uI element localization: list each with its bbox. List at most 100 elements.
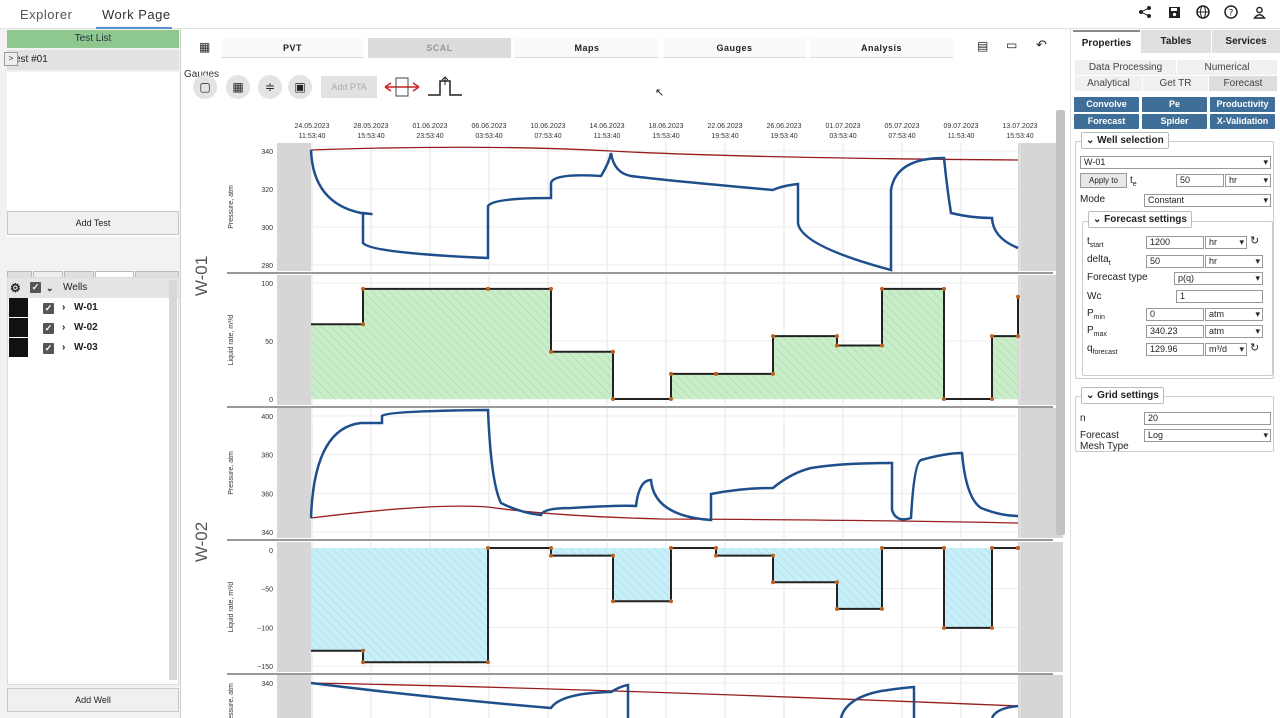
forecast-type-label: Forecast type [1087,272,1148,283]
qforecast-input[interactable]: 129.96 [1146,343,1204,356]
undo-icon[interactable]: ↶ [1036,37,1047,53]
mode-select[interactable]: Constant [1144,194,1271,207]
qforecast-label: qforecast [1087,343,1118,356]
te-unit-select[interactable]: hr [1225,174,1271,187]
well-selection-title[interactable]: ⌄ Well selection [1081,132,1169,149]
spider-button[interactable]: Spider [1142,114,1207,129]
rate-point [611,397,615,401]
chevron-right-icon[interactable]: › [62,298,65,318]
well-color-swatch[interactable] [9,338,28,357]
wells-root-row[interactable]: ⚙ ✓ ⌄ Wells [8,278,180,298]
tab-pvt[interactable]: PVT [221,38,364,58]
grid-settings-title[interactable]: ⌄ Grid settings [1081,387,1164,404]
refresh-icon[interactable]: ↻ [1250,234,1259,247]
chevron-down-icon[interactable]: ⌄ [46,278,54,298]
shaded-region [277,143,311,271]
tab-gauges[interactable]: Gauges [663,38,806,58]
qforecast-unit-select[interactable]: m³/d [1205,343,1247,356]
rate-point [549,286,553,291]
subtab-numerical[interactable]: Numerical [1177,60,1277,75]
tab-services[interactable]: Services [1212,30,1280,53]
add-test-button[interactable]: Add Test [7,211,179,235]
wc-input[interactable]: 1 [1176,290,1263,303]
well-color-swatch[interactable] [9,298,28,317]
well-select[interactable]: W-01 [1080,156,1271,169]
apply-to-button[interactable]: Apply to [1080,173,1127,188]
tick-label: 340 [261,530,273,537]
subtab-data-processing[interactable]: Data Processing [1075,60,1176,75]
tab-tables[interactable]: Tables [1141,30,1211,53]
right-panel: Properties Tables Services Data Processi… [1070,29,1280,718]
tstart-unit-select[interactable]: hr [1205,236,1247,249]
well-name: W-02 [74,322,98,333]
mesh-type-select[interactable]: Log [1144,429,1271,442]
tstart-input[interactable]: 1200 [1146,236,1204,249]
well-checkbox[interactable]: ✓ [43,343,54,354]
globe-icon[interactable] [1194,5,1212,23]
forecast-settings-title[interactable]: ⌄ Forecast settings [1088,211,1192,228]
n-input[interactable]: 20 [1144,412,1271,425]
gear-icon[interactable]: ⚙ [10,278,21,298]
rate-point [611,553,615,558]
time-tick-label: 15:53:40 [357,133,384,140]
time-tick-label: 23:53:40 [416,133,443,140]
user-icon[interactable] [1250,5,1268,23]
image-icon[interactable]: ▣ [288,75,312,99]
red-arrows-icon[interactable] [383,75,421,99]
rate-point [990,334,994,339]
productivity-button[interactable]: Productivity [1210,97,1275,112]
align-icon[interactable]: ≑ [258,75,282,99]
pe-button[interactable]: Pe [1142,97,1207,112]
date-tick-label: 14.06.2023 [589,123,624,130]
expand-arrow-icon[interactable]: > [4,52,18,66]
tab-work-page[interactable]: Work Page [102,7,171,22]
tab-maps[interactable]: Maps [515,38,659,58]
rate-point [669,599,673,604]
tab-properties[interactable]: Properties [1073,30,1140,53]
subtab-forecast[interactable]: Forecast [1209,76,1277,91]
x-validation-button[interactable]: X-Validation [1210,114,1275,129]
forecast-type-select[interactable]: p(q) [1174,272,1263,285]
tick-label: 300 [261,225,273,232]
grid-icon[interactable]: ▦ [199,40,210,54]
scrollbar[interactable] [169,280,177,680]
well-checkbox[interactable]: ✓ [43,323,54,334]
calendar-left-icon[interactable]: ▢ [193,75,217,99]
subtab-analytical[interactable]: Analytical [1075,76,1142,91]
scrollbar[interactable] [1056,110,1065,535]
subtab-get-tr[interactable]: Get TR [1143,76,1208,91]
te-input[interactable]: 50 [1176,174,1224,187]
gauges-chart[interactable]: 24.05.2023 11:53:40 28.05.2023 15:53:40 01.0… [181,118,1067,718]
convolve-button[interactable]: Convolve [1074,97,1139,112]
chevron-right-icon[interactable]: › [62,318,65,338]
pmax-unit-select[interactable]: atm [1205,325,1263,338]
chevron-right-icon[interactable]: › [62,338,65,358]
share-icon[interactable] [1136,5,1154,23]
wells-checkbox[interactable]: ✓ [30,282,41,293]
delta-unit-select[interactable]: hr [1205,255,1263,268]
wc-label: Wc [1087,291,1102,302]
help-icon[interactable]: ? [1222,5,1240,23]
pmin-input[interactable]: 0 [1146,308,1204,321]
step-icon[interactable] [426,75,464,99]
well-checkbox[interactable]: ✓ [43,303,54,314]
well-row[interactable]: ✓ › W-01 [8,298,180,318]
calendar-icon[interactable]: ▦ [226,75,250,99]
well-row[interactable]: ✓ › W-02 [8,318,180,338]
delta-input[interactable]: 50 [1146,255,1204,268]
forecast-button[interactable]: Forecast [1074,114,1139,129]
tab-analysis[interactable]: Analysis [810,38,953,58]
time-tick-label: 03:53:40 [475,133,502,140]
pmax-input[interactable]: 340.23 [1146,325,1204,338]
refresh-icon[interactable]: ↻ [1250,341,1259,354]
add-well-button[interactable]: Add Well [7,688,179,712]
document-icon[interactable]: ▤ [977,39,988,53]
save-icon[interactable] [1165,5,1183,23]
test-list-item[interactable]: Test #01 [7,50,179,70]
pmin-unit-select[interactable]: atm [1205,308,1263,321]
well-tree: ⚙ ✓ ⌄ Wells ✓ › W-01 ✓ › W-02 ✓ › W-03 [7,277,180,685]
well-row[interactable]: ✓ › W-03 [8,338,180,358]
well-color-swatch[interactable] [9,318,28,337]
tab-explorer[interactable]: Explorer [20,7,72,22]
comment-icon[interactable]: ▭ [1006,38,1017,52]
